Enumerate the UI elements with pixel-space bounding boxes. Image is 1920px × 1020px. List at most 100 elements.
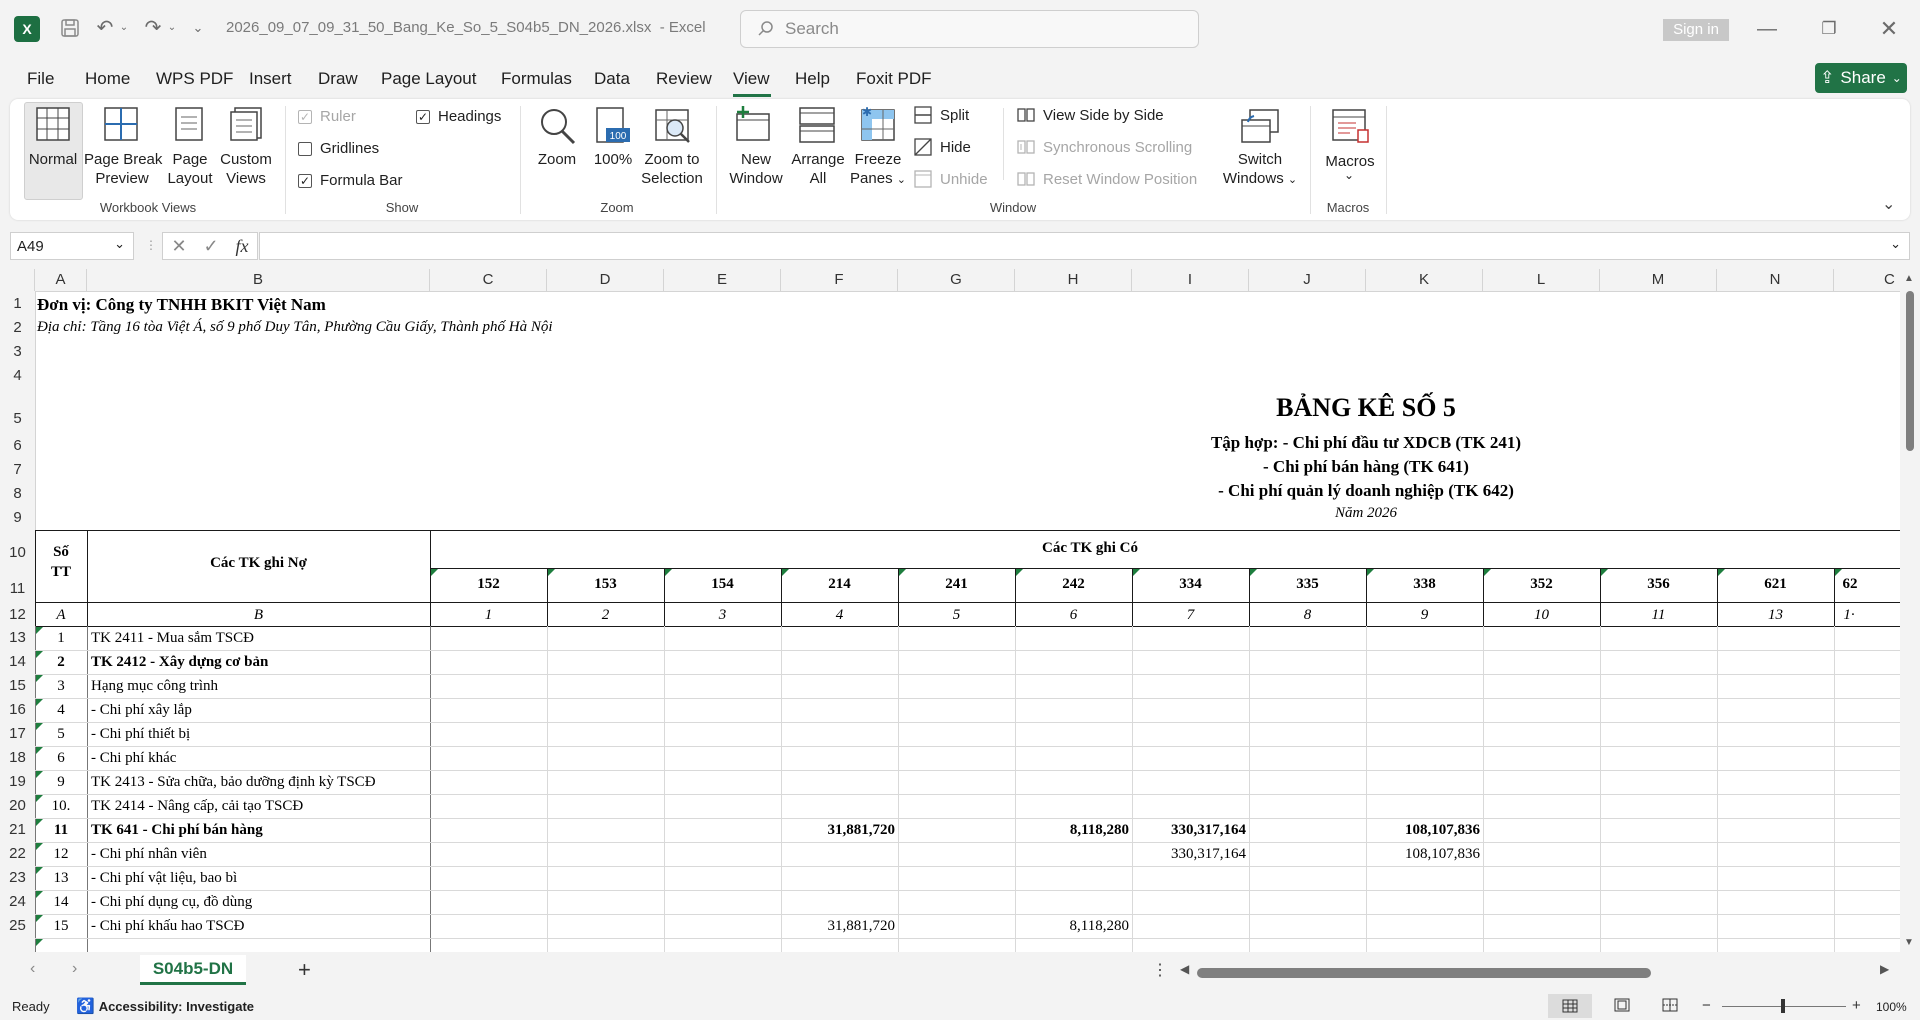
- zoom-to-selection-label[interactable]: Zoom to Selection: [636, 150, 708, 188]
- column-header[interactable]: H: [1015, 269, 1132, 291]
- headings-checkbox[interactable]: ✓ Headings: [416, 108, 501, 125]
- credit-account-header[interactable]: 334: [1132, 576, 1249, 593]
- scroll-left-icon[interactable]: ◀: [1180, 962, 1189, 976]
- unhide-button[interactable]: Unhide: [914, 170, 988, 188]
- accessibility-status[interactable]: ♿ Accessibility: Investigate: [76, 997, 254, 1015]
- debit-account-name[interactable]: - Chi phí khác: [91, 750, 176, 767]
- column-index-label[interactable]: 6: [1015, 607, 1132, 624]
- amount-cell[interactable]: 31,881,720: [781, 918, 896, 935]
- scroll-right-icon[interactable]: ▶: [1880, 962, 1889, 976]
- switch-windows-label[interactable]: Switch Windows ⌄: [1222, 150, 1298, 190]
- amount-cell[interactable]: 8,118,280: [1015, 822, 1129, 839]
- scroll-down-icon[interactable]: ▼: [1904, 937, 1914, 948]
- credit-account-header[interactable]: 153: [547, 576, 664, 593]
- row-header[interactable]: 3: [0, 340, 35, 364]
- zoom-in-icon[interactable]: +: [1852, 997, 1861, 1014]
- row-header[interactable]: 8: [0, 482, 35, 506]
- zoom-to-selection-icon[interactable]: [653, 106, 693, 151]
- report-subtitle[interactable]: - Chi phí bán hàng (TK 641): [1066, 457, 1666, 477]
- gridlines-checkbox[interactable]: Gridlines: [298, 140, 379, 157]
- page-break-preview-label[interactable]: Page Break Preview: [84, 150, 162, 188]
- column-index-label[interactable]: 5: [898, 607, 1015, 624]
- credit-account-header[interactable]: 242: [1015, 576, 1132, 593]
- row-header[interactable]: 25: [0, 914, 35, 938]
- credit-account-header[interactable]: 241: [898, 576, 1015, 593]
- debit-account-name[interactable]: TK 2413 - Sửa chữa, bảo dưỡng định kỳ TS…: [91, 774, 376, 791]
- menu-foxit-pdf[interactable]: Foxit PDF: [856, 69, 932, 89]
- column-header[interactable]: B: [87, 269, 430, 291]
- custom-views-icon[interactable]: [229, 106, 263, 147]
- credit-account-header[interactable]: 352: [1483, 576, 1600, 593]
- column-index-label[interactable]: 1: [430, 607, 547, 624]
- debit-account-name[interactable]: - Chi phí xây lắp: [91, 702, 192, 719]
- row-header[interactable]: 21: [0, 818, 35, 842]
- column-index-label[interactable]: 11: [1600, 607, 1717, 624]
- credit-account-header[interactable]: 62: [1834, 576, 1900, 593]
- search-box[interactable]: Search: [740, 10, 1199, 48]
- row-header[interactable]: 1: [0, 292, 35, 316]
- add-sheet-button[interactable]: +: [298, 957, 311, 983]
- amount-cell[interactable]: 31,881,720: [781, 822, 896, 839]
- zoom-slider-thumb[interactable]: [1781, 999, 1785, 1013]
- custom-views-label[interactable]: Custom Views: [216, 150, 276, 188]
- zoom-label[interactable]: Zoom: [530, 150, 584, 169]
- column-index-label[interactable]: 9: [1366, 607, 1483, 624]
- reset-window-position-button[interactable]: Reset Window Position: [1017, 170, 1197, 188]
- column-index-label[interactable]: 13: [1717, 607, 1834, 624]
- column-header[interactable]: G: [898, 269, 1015, 291]
- debit-account-name[interactable]: - Chi phí nhân viên: [91, 846, 207, 863]
- column-header[interactable]: L: [1483, 269, 1600, 291]
- header-debit-accounts[interactable]: Các TK ghi Nợ: [87, 555, 430, 572]
- minimize-icon[interactable]: —: [1754, 16, 1780, 42]
- column-header[interactable]: K: [1366, 269, 1483, 291]
- arrange-all-icon[interactable]: [798, 106, 836, 149]
- customize-toolbar-icon[interactable]: ⌄: [190, 18, 206, 38]
- page-break-status-button[interactable]: [1662, 998, 1678, 1017]
- row-header[interactable]: 16: [0, 698, 35, 722]
- split-button[interactable]: Split: [914, 106, 969, 124]
- amount-cell[interactable]: 330,317,164: [1132, 822, 1246, 839]
- debit-account-name[interactable]: - Chi phí dụng cụ, đồ dùng: [91, 894, 252, 911]
- close-icon[interactable]: ✕: [1876, 16, 1902, 42]
- tab-options-icon[interactable]: ⋮: [1152, 960, 1168, 980]
- menu-file[interactable]: File: [27, 69, 54, 89]
- column-header[interactable]: C: [430, 269, 547, 291]
- page-layout-label[interactable]: Page Layout: [162, 150, 218, 188]
- menu-home[interactable]: Home: [85, 69, 130, 89]
- credit-account-header[interactable]: 356: [1600, 576, 1717, 593]
- vertical-scrollbar[interactable]: ▲ ▼: [1900, 269, 1920, 952]
- debit-account-name[interactable]: - Chi phí khấu hao TSCĐ: [91, 918, 244, 935]
- new-window-icon[interactable]: [733, 104, 773, 149]
- column-index-label[interactable]: 2: [547, 607, 664, 624]
- macros-dropdown-icon[interactable]: ⌄: [1342, 168, 1356, 182]
- menu-page-layout[interactable]: Page Layout: [381, 69, 476, 89]
- next-sheet-icon[interactable]: ›: [72, 960, 77, 978]
- company-name[interactable]: Đơn vị: Công ty TNHH BKIT Việt Nam: [37, 295, 326, 315]
- save-icon[interactable]: [58, 16, 82, 40]
- sign-in-button[interactable]: Sign in: [1663, 19, 1729, 41]
- cancel-icon[interactable]: ✕: [171, 236, 186, 257]
- column-header[interactable]: I: [1132, 269, 1249, 291]
- formula-bar-checkbox[interactable]: ✓ Formula Bar: [298, 172, 403, 189]
- freeze-panes-icon[interactable]: ✱: [858, 104, 898, 149]
- enter-icon[interactable]: ✓: [204, 236, 219, 257]
- redo-dropdown-icon[interactable]: ⌄: [166, 20, 178, 34]
- switch-windows-icon[interactable]: [1240, 106, 1280, 151]
- expand-formula-bar-icon[interactable]: ⌄: [1890, 236, 1901, 252]
- formula-input[interactable]: ⌄: [259, 232, 1910, 260]
- report-subtitle[interactable]: - Chi phí quản lý doanh nghiệp (TK 642): [1066, 481, 1666, 501]
- column-index-label[interactable]: 3: [664, 607, 781, 624]
- menu-draw[interactable]: Draw: [318, 69, 358, 89]
- row-header[interactable]: 12: [0, 602, 35, 626]
- amount-cell[interactable]: 108,107,836: [1366, 822, 1480, 839]
- report-subtitle[interactable]: Tập hợp: - Chi phí đầu tư XDCB (TK 241): [1066, 433, 1666, 453]
- menu-review[interactable]: Review: [656, 69, 712, 89]
- page-layout-icon[interactable]: [174, 106, 204, 147]
- restore-icon[interactable]: ❐: [1816, 16, 1842, 42]
- row-header[interactable]: 2: [0, 316, 35, 340]
- amount-cell[interactable]: 330,317,164: [1132, 846, 1246, 863]
- zoom-level[interactable]: 100%: [1876, 1000, 1907, 1014]
- view-side-by-side-button[interactable]: View Side by Side: [1017, 106, 1164, 124]
- column-header[interactable]: N: [1717, 269, 1834, 291]
- column-header[interactable]: M: [1600, 269, 1717, 291]
